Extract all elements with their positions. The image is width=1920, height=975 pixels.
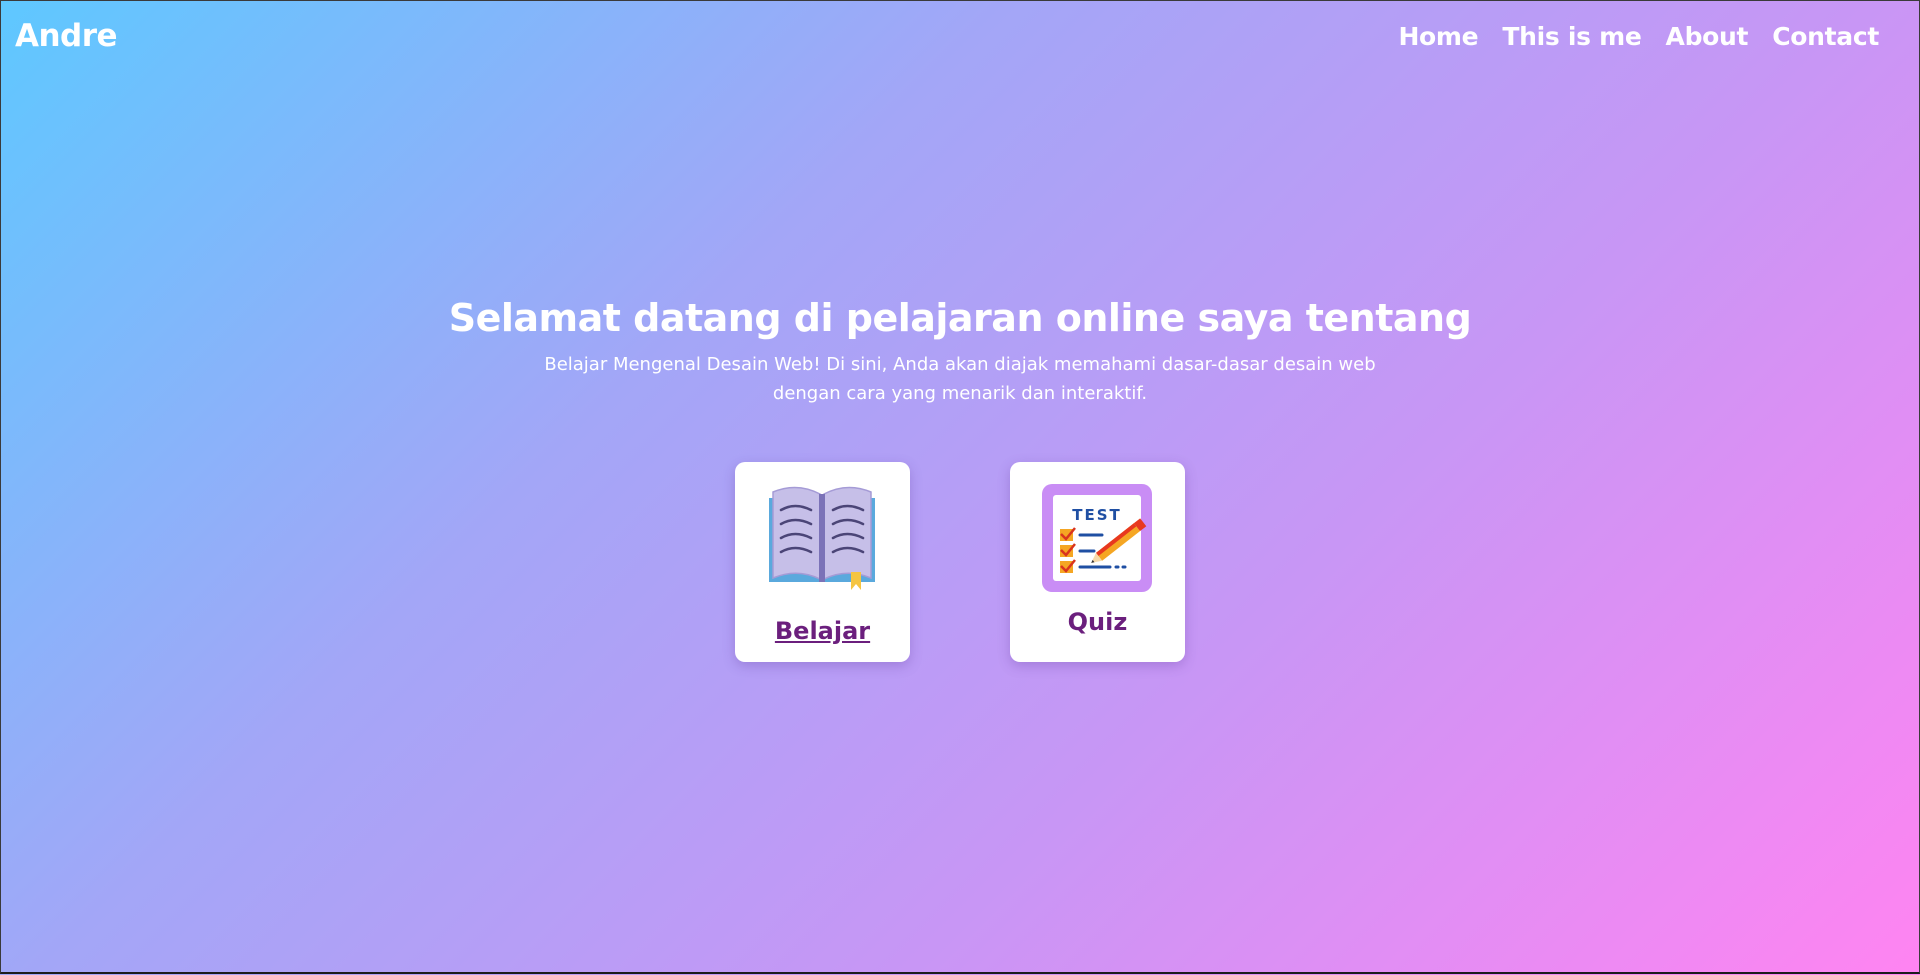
test-icon-text: TEST [1072, 506, 1122, 524]
nav-link-home[interactable]: Home [1398, 22, 1478, 51]
nav-item-home: Home [1398, 22, 1478, 51]
card-row: Belajar TEST Quiz [0, 462, 1920, 662]
checkbox-1 [1060, 527, 1076, 541]
nav-link-contact[interactable]: Contact [1772, 22, 1879, 51]
brand-logo[interactable]: Andre [15, 18, 118, 54]
nav-link-about[interactable]: About [1666, 22, 1749, 51]
hero-description: Belajar Mengenal Desain Web! Di sini, An… [544, 354, 1376, 404]
nav-item-contact: Contact [1772, 22, 1879, 51]
hero-title: Selamat datang di pelajaran online saya … [448, 296, 1472, 340]
navbar: Andre Home This is me About Contact [0, 0, 1920, 80]
nav-link-this-is-me[interactable]: This is me [1502, 22, 1641, 51]
belajar-label: Belajar [774, 617, 871, 645]
nav-item-about: About [1666, 22, 1749, 51]
open-book-icon [769, 486, 875, 590]
nav-item-this-is-me: This is me [1502, 22, 1641, 51]
quiz-card[interactable]: TEST Quiz [1010, 462, 1185, 662]
checkbox-2 [1060, 543, 1076, 557]
test-checklist-icon: TEST [1042, 484, 1152, 592]
nav-links: Home This is me About Contact [1398, 22, 1879, 51]
checkbox-3 [1060, 559, 1076, 573]
quiz-label: Quiz [1067, 608, 1128, 636]
hero-section: Selamat datang di pelajaran online saya … [0, 296, 1920, 408]
belajar-card[interactable]: Belajar [735, 462, 910, 662]
